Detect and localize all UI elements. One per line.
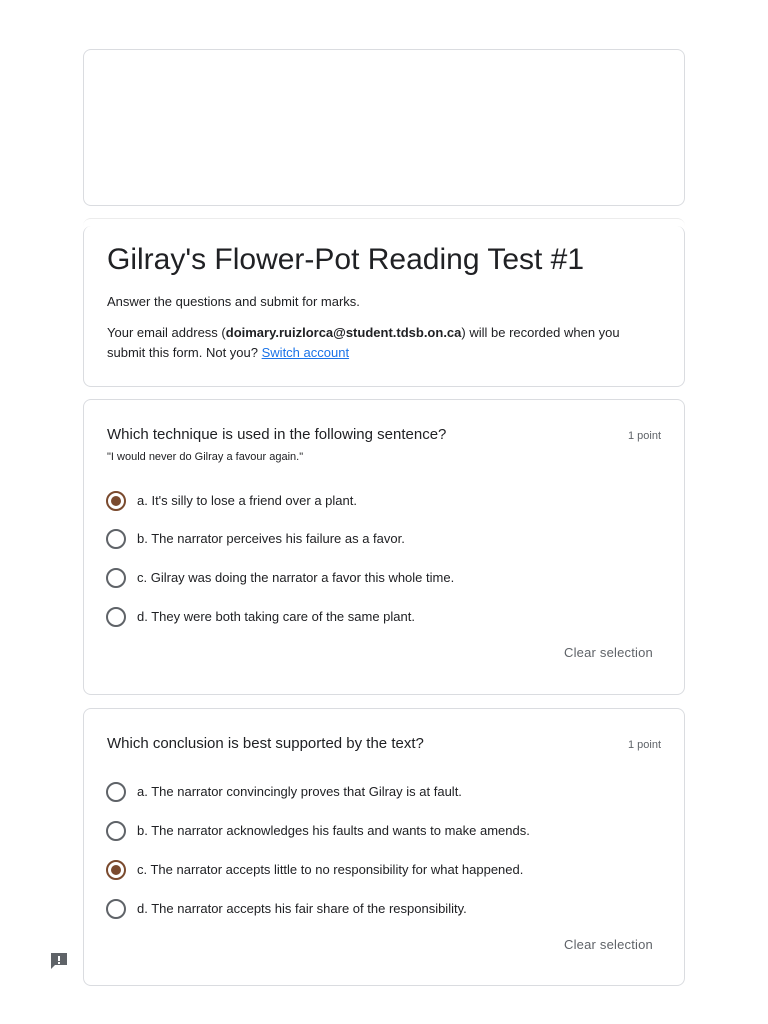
form-page: Gilray's Flower-Pot Reading Test #1 Answ… [0, 0, 768, 1024]
question-title: Which technique is used in the following… [107, 426, 447, 443]
form-title-card: Gilray's Flower-Pot Reading Test #1 Answ… [83, 218, 685, 387]
radio-button[interactable] [106, 568, 126, 588]
clear-selection-button[interactable]: Clear selection [556, 932, 661, 958]
option-label: a. The narrator convincingly proves that… [137, 784, 462, 799]
option-b[interactable]: b. The narrator perceives his failure as… [106, 527, 405, 551]
question-points: 1 point [627, 739, 661, 751]
option-c[interactable]: c. The narrator accepts little to no res… [106, 858, 523, 882]
radio-button[interactable] [106, 899, 126, 919]
clear-selection-button[interactable]: Clear selection [556, 640, 661, 666]
radio-button[interactable] [106, 529, 126, 549]
radio-button[interactable] [106, 782, 126, 802]
option-label: b. The narrator acknowledges his faults … [137, 823, 530, 838]
question-card-2: Which conclusion is best supported by th… [83, 708, 685, 986]
feedback-icon[interactable] [49, 951, 69, 971]
question-title: Which conclusion is best supported by th… [107, 735, 424, 752]
switch-account-link[interactable]: Switch account [262, 345, 349, 360]
radio-button-checked[interactable] [106, 491, 126, 511]
email-address: doimary.ruizlorca@student.tdsb.on.ca [225, 325, 462, 340]
option-a[interactable]: a. The narrator convincingly proves that… [106, 780, 462, 804]
question-points: 1 point [627, 430, 661, 442]
option-label: c. The narrator accepts little to no res… [137, 862, 524, 877]
option-c[interactable]: c. Gilray was doing the narrator a favor… [106, 566, 454, 590]
email-notice-prefix: Your email address ( [107, 325, 226, 340]
header-image-card [83, 49, 685, 206]
option-label: d. They were both taking care of the sam… [137, 609, 415, 624]
option-b[interactable]: b. The narrator acknowledges his faults … [106, 819, 530, 843]
option-label: c. Gilray was doing the narrator a favor… [137, 570, 455, 585]
option-label: b. The narrator perceives his failure as… [137, 531, 405, 546]
option-label: d. The narrator accepts his fair share o… [137, 901, 467, 916]
form-description: Answer the questions and submit for mark… [107, 294, 360, 309]
option-a[interactable]: a. It's silly to lose a friend over a pl… [106, 489, 357, 513]
question-card-1: Which technique is used in the following… [83, 399, 685, 695]
email-notice: Your email address (doimary.ruizlorca@st… [107, 323, 657, 363]
form-title: Gilray's Flower-Pot Reading Test #1 [107, 243, 585, 276]
option-d[interactable]: d. They were both taking care of the sam… [106, 605, 415, 629]
option-label: a. It's silly to lose a friend over a pl… [137, 493, 357, 508]
radio-button[interactable] [106, 607, 126, 627]
radio-button-checked[interactable] [106, 860, 126, 880]
question-quote: "I would never do Gilray a favour again.… [107, 451, 304, 463]
radio-button[interactable] [106, 821, 126, 841]
option-d[interactable]: d. The narrator accepts his fair share o… [106, 897, 467, 921]
